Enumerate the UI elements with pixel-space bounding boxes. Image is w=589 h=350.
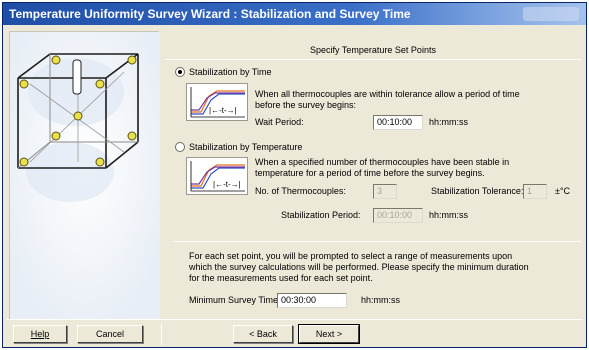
stabilization-by-temperature-label[interactable]: Stabilization by Temperature: [189, 142, 302, 153]
stabilization-by-time-radio[interactable]: [175, 67, 185, 77]
stabilization-period-unit: hh:mm:ss: [429, 210, 469, 220]
back-button-label: < Back: [249, 329, 277, 339]
stabilization-tolerance-label: Stabilization Tolerance:: [431, 186, 524, 196]
chamber-diagram-icon: [9, 31, 160, 320]
stabilization-period-input[interactable]: 00:10:00: [373, 208, 423, 223]
title-bar-decoration: [523, 7, 579, 21]
time-graph-mark: |←-t-→|: [209, 106, 237, 115]
stabilization-temperature-description-2: temperature for a period of time before …: [255, 168, 485, 178]
wait-period-input[interactable]: 00:10:00: [373, 115, 423, 130]
heading-separator: [165, 59, 581, 60]
stabilization-tolerance-input[interactable]: 1: [523, 184, 547, 199]
stabilization-by-temperature-radio[interactable]: [175, 142, 185, 152]
stabilization-by-time-label[interactable]: Stabilization by Time: [189, 67, 272, 78]
next-button-label: Next >: [315, 329, 343, 339]
minimum-survey-time-label: Minimum Survey Time:: [189, 295, 281, 305]
footer-divider: [161, 323, 162, 345]
temperature-graph-icon: |←-t-→|: [186, 157, 248, 195]
survey-description-2: which the survey calculations will be pe…: [189, 262, 529, 272]
minimum-survey-time-input[interactable]: 00:30:00: [277, 293, 347, 308]
survey-description-1: For each set point, you will be prompted…: [189, 251, 513, 261]
title-bar: Temperature Uniformity Survey Wizard : S…: [3, 3, 586, 25]
wait-period-unit: hh:mm:ss: [429, 117, 469, 127]
help-button-label: Help: [30, 329, 50, 339]
survey-separator: [173, 241, 581, 242]
thermocouple-count-label: No. of Thermocouples:: [255, 186, 346, 196]
time-graph-icon: |←-t-→|: [186, 83, 248, 121]
stabilization-tolerance-unit: ±°C: [555, 186, 571, 196]
cancel-button-label: Cancel: [95, 329, 124, 339]
thermocouple-count-input[interactable]: 3: [373, 184, 397, 199]
minimum-survey-time-unit: hh:mm:ss: [361, 295, 401, 305]
next-button[interactable]: Next >: [298, 324, 360, 344]
wait-period-label: Wait Period:: [255, 117, 304, 127]
page-heading: Specify Temperature Set Points: [310, 45, 436, 55]
window-title: Temperature Uniformity Survey Wizard : S…: [9, 7, 411, 21]
cancel-button[interactable]: Cancel: [77, 325, 143, 343]
back-button[interactable]: < Back: [233, 325, 293, 343]
wizard-window: Temperature Uniformity Survey Wizard : S…: [2, 2, 587, 348]
stabilization-period-label: Stabilization Period:: [281, 210, 361, 220]
survey-description-3: for the measurements used for each set p…: [189, 273, 373, 283]
temperature-graph-mark: |←-t-→|: [213, 180, 241, 189]
stabilization-temperature-description-1: When a specified number of thermocouples…: [255, 157, 510, 167]
help-button[interactable]: Help: [13, 325, 67, 343]
footer-separator: [7, 319, 583, 320]
stabilization-time-description-2: before the survey begins:: [255, 100, 357, 110]
stabilization-time-description-1: When all thermocouples are within tolera…: [255, 89, 520, 99]
